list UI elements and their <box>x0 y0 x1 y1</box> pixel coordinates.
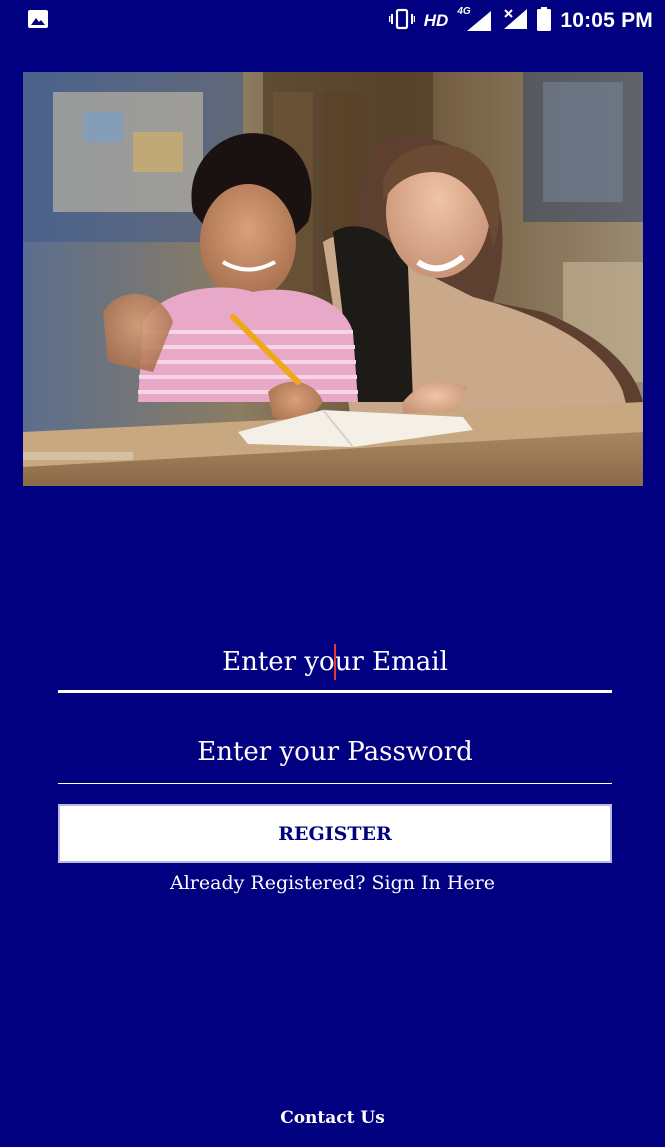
hd-indicator: HD <box>424 11 449 31</box>
image-notification-icon <box>28 10 48 28</box>
register-button-label: REGISTER <box>278 822 392 845</box>
status-bar: HD 4G 10:05 PM <box>0 0 665 40</box>
contact-us-link[interactable]: Contact Us <box>0 1108 665 1128</box>
vibrate-icon <box>388 8 416 35</box>
password-field[interactable]: Enter your Password <box>58 730 612 784</box>
email-placeholder: Enter your Email <box>222 640 448 684</box>
status-icons: HD 4G 10:05 PM <box>388 6 653 36</box>
teacher-student-photo <box>23 72 643 486</box>
register-screen: HD 4G 10:05 PM Enter Email Enter your Pa… <box>0 0 665 1147</box>
hd-label: HD <box>423 11 449 30</box>
password-underline <box>58 783 612 784</box>
password-placeholder: Enter your Password <box>197 737 473 767</box>
text-cursor <box>334 644 337 680</box>
signal-no-service-icon <box>502 8 528 35</box>
status-time: 10:05 PM <box>560 9 653 32</box>
email-field[interactable]: Enter your Email <box>58 640 612 693</box>
battery-icon <box>537 6 552 36</box>
sign-in-link[interactable]: Already Registered? Sign In Here <box>0 872 665 894</box>
signal-4g-icon: 4G <box>457 6 493 33</box>
register-button[interactable]: REGISTER <box>58 804 612 863</box>
email-underline <box>58 690 612 693</box>
